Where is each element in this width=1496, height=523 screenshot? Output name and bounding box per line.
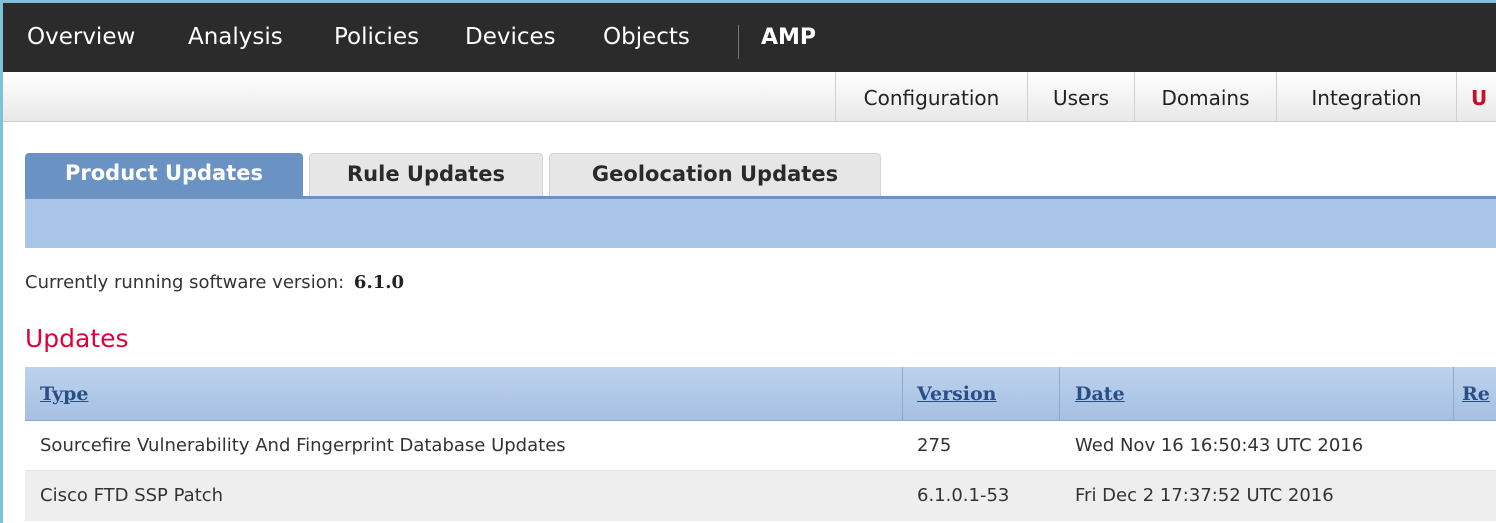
table-header: Type Version Date Re — [25, 367, 1496, 421]
tab-toolbar — [25, 196, 1496, 248]
column-header-version[interactable]: Version — [917, 367, 997, 421]
subnav-updates[interactable]: U — [1456, 72, 1496, 122]
table-row: Sourcefire Vulnerability And Fingerprint… — [25, 421, 1496, 471]
tab-geolocation-updates[interactable]: Geolocation Updates — [549, 153, 881, 196]
column-header-release-notes[interactable]: Re — [1462, 367, 1490, 421]
column-divider — [1453, 367, 1454, 421]
nav-policies[interactable]: Policies — [334, 3, 419, 72]
subnav-domains[interactable]: Domains — [1134, 72, 1276, 122]
tab-rule-updates[interactable]: Rule Updates — [309, 153, 543, 196]
sub-navbar: Configuration Users Domains Integration … — [3, 72, 1496, 122]
software-version-label: Currently running software version: — [25, 272, 345, 293]
nav-amp[interactable]: AMP — [761, 3, 816, 72]
subnav-integration[interactable]: Integration — [1276, 72, 1456, 122]
nav-objects[interactable]: Objects — [603, 3, 690, 72]
software-version: Currently running software version: 6.1.… — [25, 268, 404, 298]
nav-overview[interactable]: Overview — [27, 3, 135, 72]
cell-type: Cisco FTD SSP Patch — [40, 485, 224, 506]
table-row: Cisco FTD SSP Patch 6.1.0.1-53 Fri Dec 2… — [25, 471, 1496, 521]
nav-analysis[interactable]: Analysis — [188, 3, 283, 72]
cell-type: Sourcefire Vulnerability And Fingerprint… — [40, 435, 566, 456]
cell-date: Fri Dec 2 17:37:52 UTC 2016 — [1075, 485, 1334, 506]
column-divider — [1059, 367, 1060, 421]
cell-date: Wed Nov 16 16:50:43 UTC 2016 — [1075, 435, 1364, 456]
subnav-users[interactable]: Users — [1027, 72, 1134, 122]
tab-product-updates[interactable]: Product Updates — [25, 153, 303, 196]
nav-divider — [738, 25, 739, 59]
nav-devices[interactable]: Devices — [465, 3, 556, 72]
main-navbar: Overview Analysis Policies Devices Objec… — [3, 3, 1496, 72]
cell-version: 6.1.0.1-53 — [917, 485, 1010, 506]
subnav-configuration[interactable]: Configuration — [835, 72, 1027, 122]
column-header-type[interactable]: Type — [40, 367, 88, 421]
column-header-date[interactable]: Date — [1075, 367, 1125, 421]
updates-heading: Updates — [25, 324, 129, 353]
cell-version: 275 — [917, 435, 952, 456]
column-divider — [902, 367, 903, 421]
software-version-value: 6.1.0 — [353, 272, 405, 293]
